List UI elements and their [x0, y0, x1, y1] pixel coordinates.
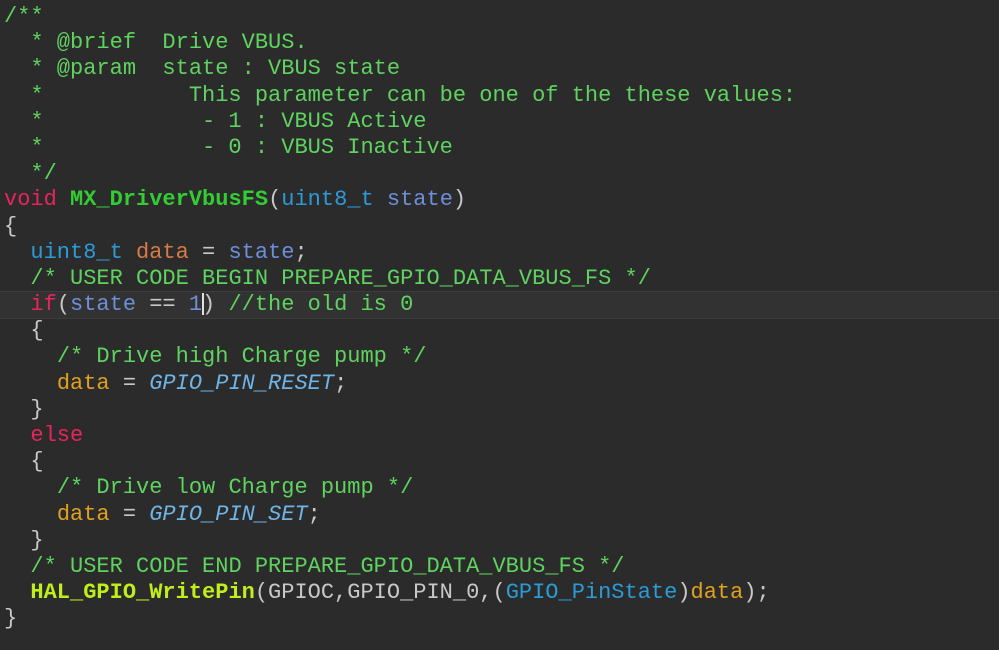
token-plain: }	[4, 606, 18, 632]
token-number: 1	[188, 292, 203, 318]
token-plain: }	[4, 527, 44, 553]
token-plain: ;	[307, 501, 321, 527]
token-plain: ;	[294, 239, 308, 265]
code-line[interactable]: uint8_t data = state;	[4, 240, 999, 266]
token-comment: /* USER CODE END PREPARE_GPIO_DATA_VBUS_…	[30, 553, 625, 579]
token-param: state	[386, 187, 453, 213]
token-plain: (	[56, 292, 71, 318]
code-line[interactable]: void MX_DriverVbusFS(uint8_t state)	[4, 187, 999, 213]
token-plain: =	[188, 239, 229, 265]
token-plain: ;	[334, 370, 348, 396]
token-plain: {	[4, 449, 44, 475]
token-plain: =	[109, 370, 150, 396]
code-line[interactable]: * @param state : VBUS state	[4, 56, 999, 82]
code-line[interactable]: HAL_GPIO_WritePin(GPIOC,GPIO_PIN_0,(GPIO…	[4, 580, 999, 606]
token-macro: GPIO_PIN_SET	[149, 501, 308, 527]
code-line[interactable]: }	[4, 606, 999, 632]
token-comment: * - 0 : VBUS Inactive	[4, 134, 453, 160]
code-line[interactable]: }	[4, 528, 999, 554]
token-plain: {	[4, 318, 44, 344]
code-editor[interactable]: /** * @brief Drive VBUS. * @param state …	[0, 4, 999, 633]
token-type: uint8_t	[30, 239, 123, 265]
token-param: state	[70, 292, 137, 318]
token-plain: (GPIOC,GPIO_PIN_0,(	[254, 580, 506, 606]
token-comment: * @brief Drive VBUS.	[4, 30, 308, 56]
token-macro: GPIO_PIN_RESET	[149, 370, 335, 396]
token-comment: /* Drive low Charge pump */	[56, 475, 414, 501]
token-comment: * - 1 : VBUS Active	[4, 108, 427, 134]
token-keyword: if	[30, 292, 57, 318]
token-type: uint8_t	[281, 187, 374, 213]
code-line[interactable]: /* USER CODE END PREPARE_GPIO_DATA_VBUS_…	[4, 554, 999, 580]
token-plain: );	[743, 580, 770, 606]
token-var: data	[690, 580, 744, 606]
token-param: state	[228, 239, 295, 265]
code-line[interactable]: /* USER CODE BEGIN PREPARE_GPIO_DATA_VBU…	[4, 266, 999, 292]
token-plain: )	[202, 292, 229, 318]
token-comment: * @param state : VBUS state	[4, 56, 401, 82]
code-line[interactable]: /* Drive high Charge pump */	[4, 344, 999, 370]
token-keyword: else	[30, 423, 84, 448]
code-line[interactable]: {	[4, 449, 999, 475]
code-line[interactable]: }	[4, 397, 999, 423]
token-keyword: void	[4, 187, 57, 213]
token-comment: /**	[4, 4, 44, 29]
token-comment: //the old is 0	[228, 292, 414, 318]
token-call: HAL_GPIO_WritePin	[30, 580, 255, 606]
token-plain: ==	[136, 292, 189, 318]
token-comment: * This parameter can be one of the these…	[4, 82, 797, 108]
code-line[interactable]: data = GPIO_PIN_SET;	[4, 502, 999, 528]
token-plain: =	[109, 501, 150, 527]
token-var: data	[56, 370, 110, 396]
token-plain: )	[677, 580, 691, 606]
code-line[interactable]: * This parameter can be one of the these…	[4, 83, 999, 109]
token-comment: /* USER CODE BEGIN PREPARE_GPIO_DATA_VBU…	[30, 265, 651, 291]
token-var: data	[56, 501, 110, 527]
code-line[interactable]: */	[4, 161, 999, 187]
code-line[interactable]: data = GPIO_PIN_RESET;	[4, 371, 999, 397]
code-line[interactable]: else	[4, 423, 999, 449]
code-line[interactable]: if(state == 1) //the old is 0	[0, 291, 999, 320]
code-line[interactable]: * - 1 : VBUS Active	[4, 109, 999, 135]
code-line[interactable]: * @brief Drive VBUS.	[4, 30, 999, 56]
token-plain: )	[452, 187, 467, 213]
token-comment: /* Drive high Charge pump */	[56, 344, 427, 370]
token-plain: {	[4, 213, 18, 239]
token-local: data	[136, 239, 189, 265]
token-func: MX_DriverVbusFS	[70, 187, 269, 213]
code-line[interactable]: /* Drive low Charge pump */	[4, 475, 999, 501]
code-line[interactable]: * - 0 : VBUS Inactive	[4, 135, 999, 161]
code-line[interactable]: {	[4, 318, 999, 344]
token-comment: */	[4, 161, 57, 187]
code-line[interactable]: {	[4, 214, 999, 240]
token-type: GPIO_PinState	[505, 580, 678, 606]
token-plain: }	[4, 396, 44, 422]
token-plain: (	[268, 187, 282, 213]
code-line[interactable]: /**	[4, 4, 999, 30]
